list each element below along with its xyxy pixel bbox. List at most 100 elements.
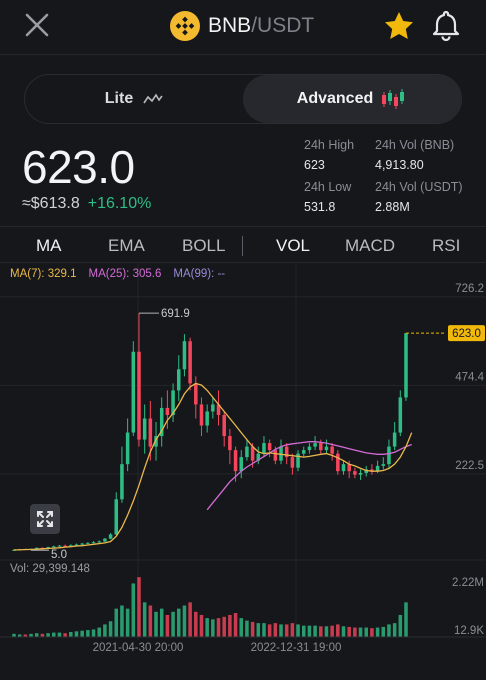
candle-body (262, 443, 266, 454)
mode-lite-button[interactable]: Lite (25, 75, 243, 123)
volume-bar (199, 614, 204, 637)
volume-bar (137, 577, 141, 637)
tab-macd[interactable]: MACD (345, 236, 395, 256)
candle-body (267, 443, 272, 451)
stats-col-right: 24h Vol (BNB) 4,913.80 24h Vol (USDT) 2.… (375, 138, 463, 222)
tab-ema[interactable]: EMA (108, 236, 145, 256)
tab-boll[interactable]: BOLL (182, 236, 225, 256)
volume-bar (182, 605, 187, 637)
price-sub: ≈$613.8 +16.10% (22, 195, 151, 213)
volume-bar (86, 630, 90, 637)
candle-body (52, 546, 56, 548)
candle-body (114, 499, 119, 535)
x-tick-label: 2021-04-30 20:00 (93, 642, 184, 654)
candle-body (80, 543, 84, 545)
volume-bar (364, 627, 368, 637)
candle-body (387, 446, 391, 465)
trading-pair[interactable]: BNB/USDT (170, 10, 314, 42)
tab-separator (242, 236, 243, 256)
candle-body (392, 432, 397, 447)
pair-quote: /USDT (251, 14, 315, 37)
stat-vol-base-value: 4,913.80 (375, 158, 424, 172)
x-tick-label: 2022-12-31 19:00 (251, 642, 342, 654)
volume-bar (159, 608, 164, 637)
volume-bar (273, 623, 278, 637)
candle-body (97, 541, 101, 543)
stat-vol-base-label: 24h Vol (BNB) (375, 138, 455, 152)
star-icon[interactable] (383, 10, 415, 42)
close-icon[interactable] (24, 12, 50, 38)
pair-base: BNB (208, 14, 252, 37)
stat-vol-quote-value: 2.88M (375, 200, 410, 214)
volume-bar (256, 623, 261, 637)
volume-bar (108, 621, 113, 637)
candle-body (324, 446, 329, 451)
volume-bar (125, 608, 130, 637)
low-marker-label: 5.0 (51, 549, 67, 561)
bnb-logo-icon (170, 11, 200, 41)
volume-bar (211, 619, 215, 637)
volume-bar (250, 621, 255, 637)
volume-bar (296, 624, 300, 637)
tab-vol[interactable]: VOL (276, 236, 310, 256)
fiat-price: ≈$613.8 (22, 195, 80, 212)
volume-bar (176, 608, 181, 637)
volume-bar (239, 618, 244, 637)
volume-bar (171, 611, 175, 637)
volume-bar (336, 624, 340, 637)
volume-tick-label: 2.22M (452, 577, 484, 589)
y-tick-label: 474.4 (455, 371, 484, 383)
candle-body (182, 341, 187, 370)
tab-rsi[interactable]: RSI (432, 236, 460, 256)
candle-body (142, 418, 147, 440)
volume-bar (57, 632, 62, 637)
candle-body (250, 446, 255, 461)
volume-bar (375, 627, 380, 637)
volume-bar (279, 624, 283, 637)
divider (0, 226, 486, 227)
volume-bar (353, 627, 357, 637)
candle-body (381, 464, 386, 466)
expand-button[interactable] (30, 504, 60, 534)
bell-icon[interactable] (430, 9, 462, 41)
mode-lite-label: Lite (104, 90, 134, 107)
candle-body (273, 450, 278, 461)
candle-body (358, 472, 363, 475)
candle-body (228, 436, 232, 451)
volume-bar (233, 613, 238, 637)
candle-body (398, 397, 403, 433)
volume-bar (290, 623, 295, 637)
candlestick-chart[interactable]: 726.2 474.4 222.5 691.9 5.0 623.0 2.22M 12.9K 20… (0, 262, 486, 680)
volume-bar (347, 626, 351, 637)
volume-bar (148, 605, 153, 637)
volume-bar (228, 614, 232, 637)
volume-bar (52, 632, 56, 637)
volume-bar (103, 624, 107, 637)
indicator-tabs: MA EMA BOLL VOL MACD RSI (0, 228, 486, 264)
candle-body (307, 446, 312, 451)
volume-bar (301, 625, 306, 637)
high-marker-label: 691.9 (161, 308, 190, 320)
ma25-legend: MA(25): 305.6 (88, 268, 162, 280)
candle-body (131, 351, 136, 433)
expand-icon (37, 511, 53, 527)
candle-body (239, 457, 244, 472)
volume-bar (358, 627, 363, 637)
candlestick-icon (382, 89, 405, 109)
volume-bar (330, 625, 334, 637)
volume-tick-label: 12.9K (454, 625, 484, 637)
volume-label: Vol: 29,399.148 (10, 563, 90, 575)
mode-advanced-label: Advanced (296, 90, 374, 107)
ma7-legend: MA(7): 329.1 (10, 268, 77, 280)
volume-bar (114, 608, 119, 637)
volume-bar (319, 626, 323, 637)
volume-bar (387, 624, 391, 637)
candle-body (341, 464, 346, 472)
volume-bar (307, 625, 312, 637)
volume-bar (97, 627, 101, 637)
candle-body (120, 464, 124, 500)
candle-body (301, 450, 306, 454)
candle-body (222, 414, 226, 437)
mode-advanced-button[interactable]: Advanced (243, 75, 461, 123)
tab-ma[interactable]: MA (36, 236, 62, 256)
